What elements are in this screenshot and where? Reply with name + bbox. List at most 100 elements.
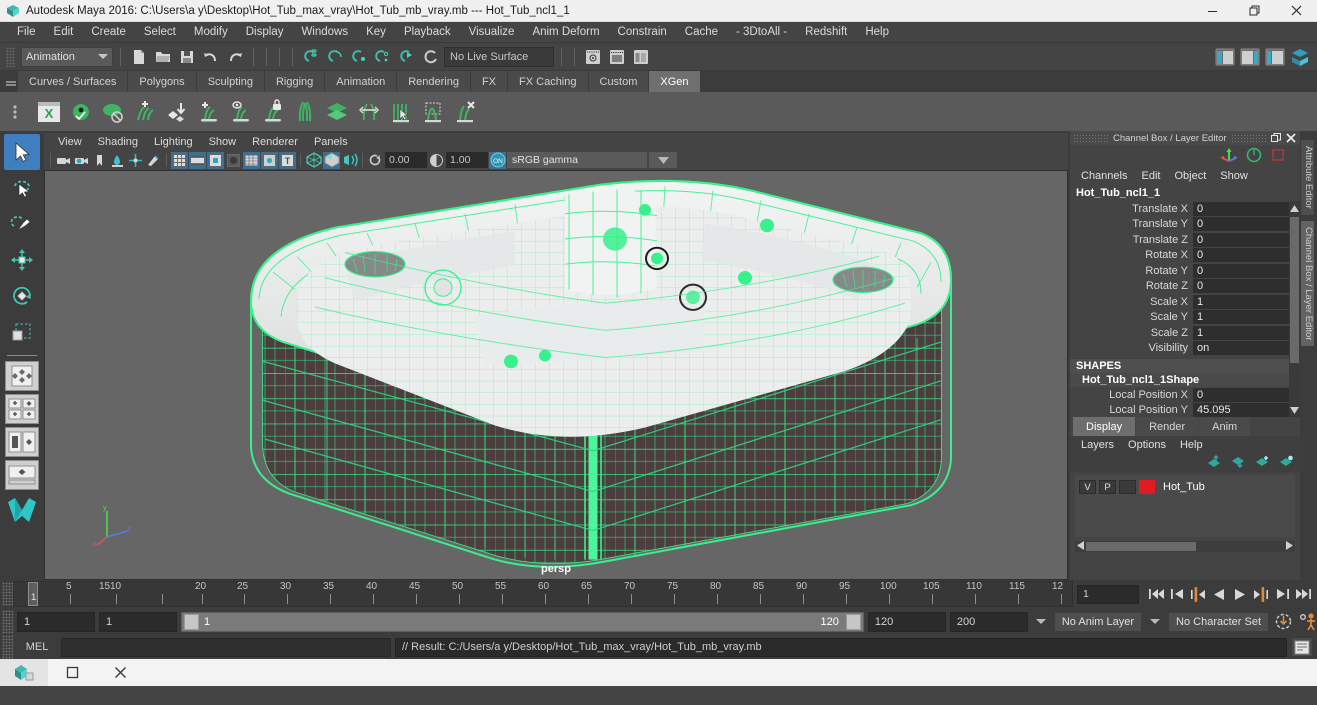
- menu-playback[interactable]: Playback: [395, 24, 460, 40]
- channel-row-translate-z[interactable]: Translate Z 0: [1070, 232, 1300, 248]
- close-button[interactable]: [1275, 0, 1317, 22]
- xgen-add-description-icon[interactable]: [130, 96, 160, 128]
- attribute-editor-icon[interactable]: [606, 46, 628, 68]
- panel-drag-handle-right[interactable]: [1230, 134, 1267, 142]
- anim-layer-selector[interactable]: No Anim Layer: [1053, 611, 1143, 632]
- close-taskbar-button[interactable]: [96, 659, 144, 686]
- tab-render-layers[interactable]: Render: [1136, 417, 1199, 436]
- menu-key[interactable]: Key: [357, 24, 395, 40]
- grid-toggle-icon[interactable]: [171, 151, 188, 169]
- xgen-region-icon[interactable]: [418, 96, 448, 128]
- scroll-up-icon[interactable]: [1289, 201, 1300, 215]
- move-layer-down-icon[interactable]: [1231, 455, 1246, 471]
- scroll-left-icon[interactable]: [1077, 540, 1084, 553]
- shelf-tab-curves-surfaces[interactable]: Curves / Surfaces: [18, 71, 129, 92]
- auto-keyframe-icon[interactable]: [1273, 612, 1293, 632]
- tool-settings-icon[interactable]: [630, 46, 652, 68]
- shelf-options-button[interactable]: [4, 95, 26, 129]
- range-slider-grip[interactable]: [2, 609, 13, 634]
- show-manipulator-icon[interactable]: [582, 46, 604, 68]
- shelf-tab-custom[interactable]: Custom: [588, 71, 650, 92]
- layer-list-horizontal-scrollbar[interactable]: [1075, 540, 1295, 553]
- menu-set-selector[interactable]: Animation: [21, 46, 113, 67]
- shelf-tab-rigging[interactable]: Rigging: [264, 71, 326, 92]
- move-tool[interactable]: [4, 242, 40, 278]
- xgen-hide-icon[interactable]: [98, 96, 128, 128]
- viewport-menu-shading[interactable]: Shading: [90, 136, 146, 148]
- menu-edit[interactable]: Edit: [45, 24, 83, 40]
- channel-value[interactable]: 0: [1193, 201, 1300, 216]
- menu-modify[interactable]: Modify: [185, 24, 237, 40]
- display-layer-list[interactable]: V P Hot_Tub: [1075, 475, 1295, 537]
- channelbox-menu-show[interactable]: Show: [1213, 170, 1255, 182]
- color-profile-selector[interactable]: sRGB gamma: [507, 152, 647, 168]
- xray-icon[interactable]: [243, 151, 260, 169]
- viewport-menu-view[interactable]: View: [50, 136, 90, 148]
- channel-value[interactable]: 0: [1193, 279, 1300, 294]
- hardware-texturing-icon[interactable]: [323, 151, 340, 169]
- wireframe-on-shaded-icon[interactable]: [341, 152, 358, 169]
- scale-tool[interactable]: [4, 314, 40, 350]
- scroll-down-icon[interactable]: [1289, 403, 1300, 417]
- viewport-menu-renderer[interactable]: Renderer: [244, 136, 306, 148]
- exposure-icon[interactable]: [367, 152, 384, 169]
- open-scene-icon[interactable]: [152, 46, 174, 68]
- new-layer-icon[interactable]: [1255, 455, 1270, 471]
- vertical-tab-attribute-editor[interactable]: Attribute Editor: [1300, 139, 1315, 216]
- xgen-length-icon[interactable]: [354, 96, 384, 128]
- range-start-handle[interactable]: [184, 613, 199, 630]
- channel-row-local-position-y[interactable]: Local Position Y 45.095: [1070, 403, 1300, 417]
- menu-redshift[interactable]: Redshift: [796, 24, 856, 40]
- step-back-frame-icon[interactable]: [1188, 584, 1208, 604]
- channelbox-menu-edit[interactable]: Edit: [1134, 170, 1167, 182]
- menu-windows[interactable]: Windows: [292, 24, 357, 40]
- move-layer-up-icon[interactable]: [1207, 454, 1222, 471]
- xgen-delete-guide-icon[interactable]: [450, 96, 480, 128]
- character-set-chevron-down-icon[interactable]: [1150, 619, 1161, 624]
- undo-icon[interactable]: [200, 46, 222, 68]
- select-tool[interactable]: [4, 134, 40, 170]
- layer-color-swatch[interactable]: [1139, 480, 1155, 494]
- two-sided-lighting-icon[interactable]: [127, 152, 144, 169]
- shelf-tab-rendering[interactable]: Rendering: [397, 71, 471, 92]
- shelf-tab-xgen[interactable]: XGen: [649, 71, 701, 92]
- menu-file[interactable]: File: [8, 24, 45, 40]
- snap-to-curve-icon[interactable]: [324, 46, 346, 68]
- time-slider[interactable]: 1 5 10 15 20 25 30 35 40 45 50 55 60 65 …: [13, 581, 1073, 607]
- channel-row-scale-x[interactable]: Scale X 1: [1070, 294, 1300, 310]
- anim-layer-chevron-down-icon[interactable]: [1035, 619, 1046, 624]
- channel-row-rotate-y[interactable]: Rotate Y 0: [1070, 263, 1300, 279]
- statusline-grip[interactable]: [6, 46, 15, 67]
- current-frame-field[interactable]: 1: [1077, 584, 1139, 604]
- channel-row-translate-x[interactable]: Translate X 0: [1070, 201, 1300, 217]
- show-hide-modeling-toolkit-icon[interactable]: [1214, 46, 1236, 68]
- hot-tub-model[interactable]: [45, 171, 1067, 579]
- step-forward-frame-icon[interactable]: [1251, 584, 1271, 604]
- restore-taskbar-button[interactable]: [48, 659, 96, 686]
- four-view-layout[interactable]: [5, 394, 39, 424]
- xgen-preview-icon[interactable]: [66, 96, 96, 128]
- script-editor-icon[interactable]: [1291, 637, 1313, 657]
- command-language-label[interactable]: MEL: [17, 641, 57, 653]
- play-backwards-icon[interactable]: [1209, 584, 1229, 604]
- layer-scroll-thumb[interactable]: [1086, 542, 1196, 551]
- shelf-tab-fx[interactable]: FX: [470, 71, 509, 92]
- lasso-select-tool[interactable]: [4, 170, 40, 206]
- channelbox-menu-object[interactable]: Object: [1167, 170, 1213, 182]
- help-menu[interactable]: Help: [1173, 439, 1210, 451]
- range-end-time-field[interactable]: 120: [867, 611, 946, 632]
- maya-taskbar-icon[interactable]: [0, 659, 48, 686]
- shelf-tab-fx-caching[interactable]: FX Caching: [508, 71, 589, 92]
- layer-playback-toggle[interactable]: P: [1099, 480, 1116, 494]
- menu-visualize[interactable]: Visualize: [460, 24, 524, 40]
- play-forwards-icon[interactable]: [1230, 584, 1250, 604]
- channel-value[interactable]: on: [1193, 341, 1300, 356]
- current-time-indicator[interactable]: 1: [28, 582, 38, 606]
- menu-display[interactable]: Display: [237, 24, 293, 40]
- snap-to-point-icon[interactable]: [348, 46, 370, 68]
- restore-button[interactable]: [1233, 0, 1275, 22]
- xgen-guide-preview-icon[interactable]: [226, 96, 256, 128]
- step-back-keyframe-icon[interactable]: [1167, 584, 1187, 604]
- show-hide-tool-settings-icon[interactable]: [1264, 46, 1286, 68]
- command-line-grip[interactable]: [2, 635, 13, 659]
